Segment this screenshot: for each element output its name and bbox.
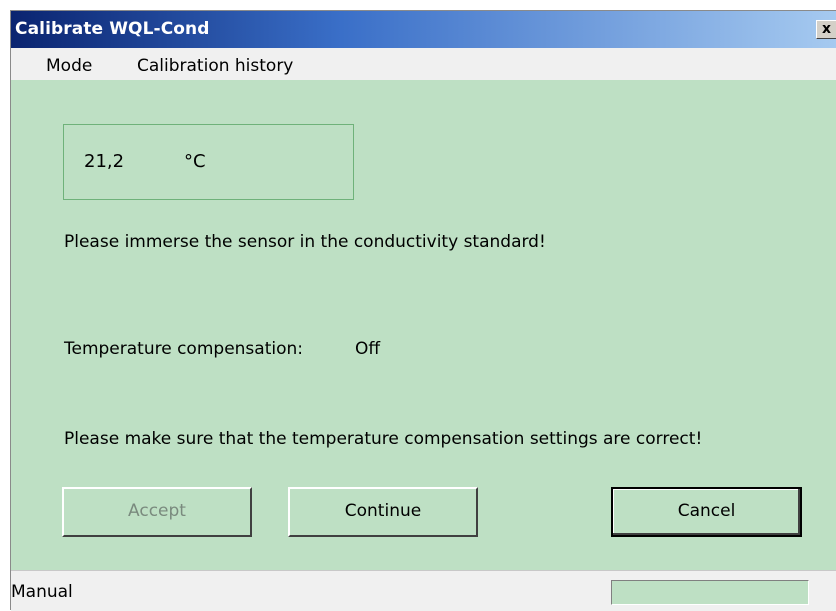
close-button[interactable]: x: [816, 20, 836, 39]
compensation-label: Temperature compensation:: [64, 339, 303, 359]
window-title: Calibrate WQL-Cond: [15, 19, 210, 39]
continue-button[interactable]: Continue: [288, 487, 478, 537]
calibrate-dialog: Calibrate WQL-Cond x Mode Calibration hi…: [10, 10, 836, 611]
status-mode-text: Manual: [11, 582, 73, 602]
cancel-button[interactable]: Cancel: [611, 487, 802, 537]
accept-button[interactable]: Accept: [62, 487, 252, 537]
menu-bar: Mode Calibration history: [11, 48, 836, 80]
temperature-unit: °C: [184, 151, 206, 172]
temperature-value: 21,2: [84, 151, 125, 172]
status-panel: [611, 580, 809, 605]
instruction-text: Please immerse the sensor in the conduct…: [64, 232, 546, 252]
temperature-display: 21,2 °C: [63, 124, 354, 200]
close-icon: x: [821, 21, 832, 37]
compensation-note: Please make sure that the temperature co…: [64, 429, 703, 449]
title-bar[interactable]: Calibrate WQL-Cond x: [11, 11, 836, 48]
status-bar: Manual: [11, 570, 836, 611]
compensation-value: Off: [355, 339, 381, 359]
menu-item-mode[interactable]: Mode: [46, 56, 92, 76]
menu-item-calibration-history[interactable]: Calibration history: [137, 56, 293, 76]
